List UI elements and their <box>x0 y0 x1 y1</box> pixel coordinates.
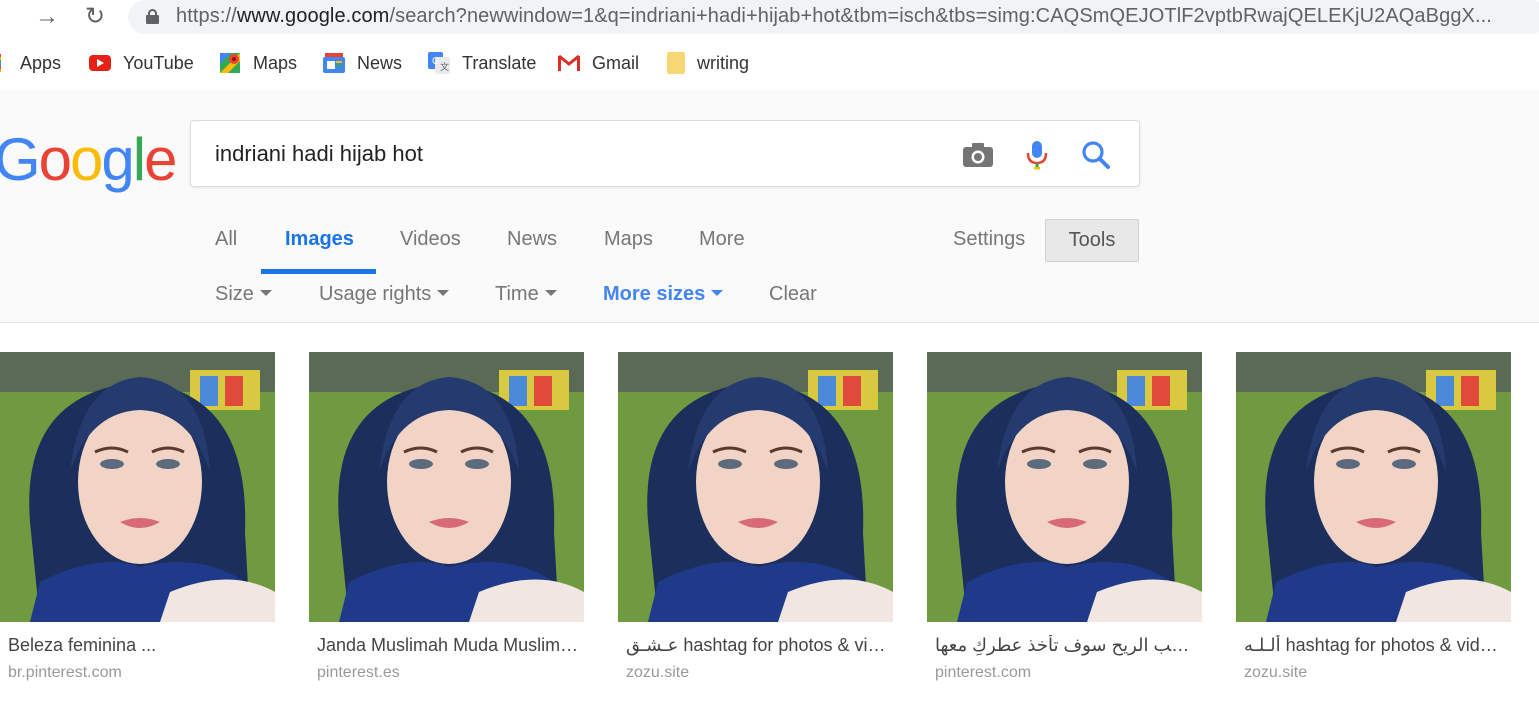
portrait-image <box>618 352 893 622</box>
result-site[interactable]: zozu.site <box>1244 664 1307 682</box>
bookmark-label: Maps <box>253 52 298 73</box>
forward-arrow-icon[interactable]: → <box>34 4 60 30</box>
svg-text:G: G <box>432 56 440 67</box>
logo-letter: g <box>101 126 134 193</box>
url-host: www.google.com <box>236 5 390 27</box>
tab-videos[interactable]: Videos <box>400 228 461 251</box>
camera-icon[interactable] <box>961 138 995 172</box>
bookmark-apps[interactable]: Apps <box>0 52 61 74</box>
address-bar[interactable]: https://www.google.com/search?newwindow=… <box>128 0 1539 34</box>
result-title[interactable]: عـشـق hashtag for photos & videos <box>626 635 888 656</box>
filter-label: Usage rights <box>319 283 432 305</box>
tools-filters: Size Usage rights Time More sizes Clear <box>0 280 1539 310</box>
result-title[interactable]: ألـلـه hashtag for photos & videos <box>1244 635 1506 656</box>
logo-letter: o <box>70 126 103 193</box>
search-tabs: All Images Videos News Maps More Setting… <box>0 218 1539 274</box>
bookmark-maps[interactable]: Maps <box>219 52 297 74</box>
reload-icon[interactable]: ↻ <box>82 4 108 30</box>
tab-images[interactable]: Images <box>285 228 354 251</box>
tab-more[interactable]: More <box>699 228 745 251</box>
chevron-down-icon <box>544 289 557 296</box>
filter-time[interactable]: Time <box>495 283 557 306</box>
filter-label: Time <box>495 283 539 305</box>
tab-news[interactable]: News <box>507 228 557 251</box>
url-text[interactable]: https://www.google.com/search?newwindow=… <box>176 5 1492 28</box>
search-query-text[interactable]: indriani hadi hijab hot <box>215 141 423 167</box>
search-icon[interactable] <box>1079 138 1113 172</box>
result-thumbnail[interactable]: 720 × 882 <box>1236 352 1511 622</box>
active-tab-indicator <box>261 269 376 274</box>
result-thumbnail[interactable]: 719 × 894 <box>0 352 275 622</box>
bookmark-label: News <box>357 52 403 73</box>
portrait-image <box>0 352 275 622</box>
result-thumbnail[interactable]: 719 × 894 <box>309 352 584 622</box>
youtube-icon <box>89 55 111 71</box>
portrait-image <box>1236 352 1511 622</box>
lock-icon <box>146 9 159 24</box>
bookmark-label: Gmail <box>592 52 640 73</box>
image-result[interactable]: 719 × 894 Janda Muslimah Muda Muslim ...… <box>309 330 584 710</box>
result-site[interactable]: zozu.site <box>626 664 689 682</box>
filter-size[interactable]: Size <box>215 283 272 306</box>
news-icon <box>323 53 345 73</box>
svg-text:文: 文 <box>440 61 449 72</box>
image-results: 719 × 894 Beleza feminina ... br.pintere… <box>0 330 1539 716</box>
tab-settings[interactable]: Settings <box>953 228 1025 251</box>
portrait-image <box>927 352 1202 622</box>
microphone-icon[interactable] <box>1020 138 1054 172</box>
folder-icon <box>667 52 685 74</box>
chevron-down-icon <box>711 289 724 296</box>
chevron-down-icon <box>259 289 272 296</box>
portrait-image <box>309 352 584 622</box>
bookmark-label: writing <box>697 52 750 73</box>
search-input[interactable]: indriani hadi hijab hot <box>190 120 1140 187</box>
bookmark-label: Apps <box>20 52 62 73</box>
result-site[interactable]: pinterest.es <box>317 664 400 682</box>
bookmarks-bar: Apps YouTube Maps News G文 Translate Gmai… <box>0 44 1539 82</box>
logo-letter: l <box>132 126 146 193</box>
bookmark-label: YouTube <box>123 52 194 73</box>
result-thumbnail[interactable]: 719 × 894 <box>618 352 893 622</box>
bookmark-writing[interactable]: writing <box>667 52 749 74</box>
filter-more-sizes[interactable]: More sizes <box>603 283 724 306</box>
translate-icon: G文 <box>428 52 450 74</box>
bookmark-translate[interactable]: G文 Translate <box>428 52 536 74</box>
image-result[interactable]: 720 × 882 ألـلـه hashtag for photos & vi… <box>1236 330 1511 710</box>
logo-letter: e <box>144 126 177 193</box>
apps-icon <box>0 54 8 72</box>
chevron-down-icon <box>437 289 450 296</box>
result-thumbnail[interactable]: 719 × 894 <box>927 352 1202 622</box>
result-title[interactable]: Janda Muslimah Muda Muslim ... <box>317 635 579 656</box>
image-result[interactable]: 719 × 894 عـشـق hashtag for photos & vid… <box>618 330 893 710</box>
maps-icon <box>219 52 241 74</box>
result-title[interactable]: Beleza feminina ... <box>8 635 270 656</box>
bookmark-label: Translate <box>462 52 537 73</box>
filter-label: More sizes <box>603 283 706 305</box>
result-site[interactable]: pinterest.com <box>935 664 1031 682</box>
google-logo[interactable]: Google <box>0 125 178 194</box>
bookmark-news[interactable]: News <box>323 52 402 74</box>
url-path: /search?newwindow=1&q=indriani+hadi+hija… <box>389 5 1492 27</box>
filter-usage-rights[interactable]: Usage rights <box>319 283 450 306</box>
tab-all[interactable]: All <box>215 228 237 251</box>
tools-button[interactable]: Tools <box>1045 219 1139 262</box>
result-site[interactable]: br.pinterest.com <box>8 664 122 682</box>
url-scheme: https:// <box>176 5 237 27</box>
gmail-icon <box>558 54 580 71</box>
image-result[interactable]: 719 × 894 Beleza feminina ... br.pintere… <box>0 330 275 710</box>
logo-letter: o <box>38 126 72 193</box>
result-title[interactable]: تذهب الريح سوف تأخذ عطركِ معها ... <box>935 635 1197 656</box>
logo-letter: G <box>0 126 41 193</box>
tab-maps[interactable]: Maps <box>604 228 653 251</box>
search-header: Google indriani hadi hijab hot All Image… <box>0 90 1539 323</box>
bookmark-youtube[interactable]: YouTube <box>89 52 194 74</box>
filter-label: Size <box>215 283 254 305</box>
image-result[interactable]: 719 × 894 تذهب الريح سوف تأخذ عطركِ معها… <box>927 330 1202 710</box>
filter-clear[interactable]: Clear <box>769 283 817 306</box>
browser-toolbar: → ↻ https://www.google.com/search?newwin… <box>0 0 1539 38</box>
bookmark-gmail[interactable]: Gmail <box>558 52 639 74</box>
